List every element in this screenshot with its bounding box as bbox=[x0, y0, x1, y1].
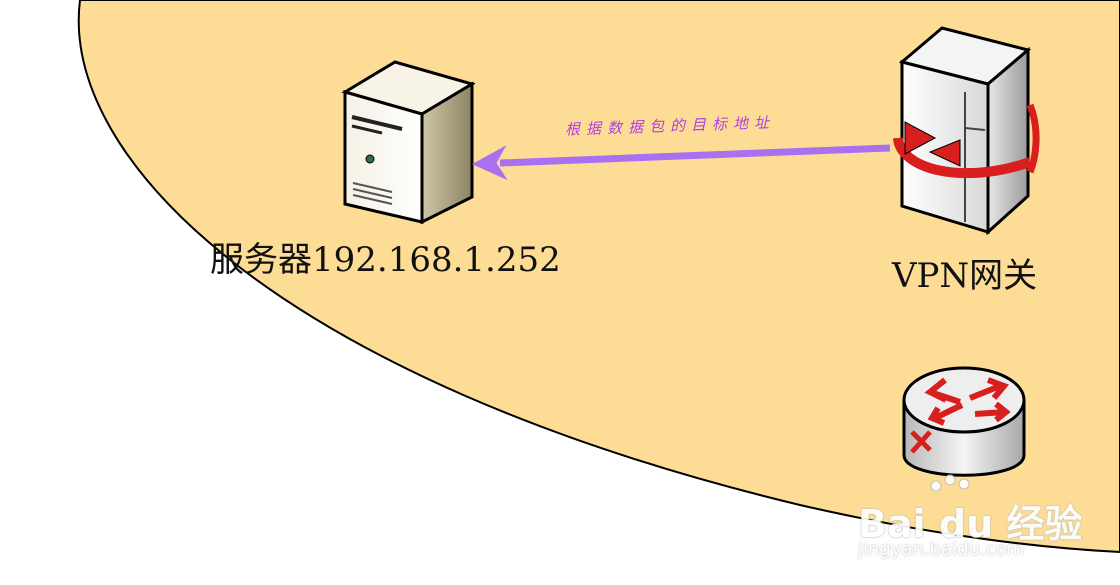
router-icon bbox=[902, 366, 1026, 477]
server-label: 服务器192.168.1.252 bbox=[210, 240, 561, 280]
vpn-gateway-icon bbox=[893, 26, 1040, 236]
watermark-url: jingyan.baidu.com bbox=[858, 539, 1025, 560]
vpn-gateway-label: VPN网关 bbox=[892, 256, 1038, 296]
server-icon bbox=[341, 60, 476, 225]
